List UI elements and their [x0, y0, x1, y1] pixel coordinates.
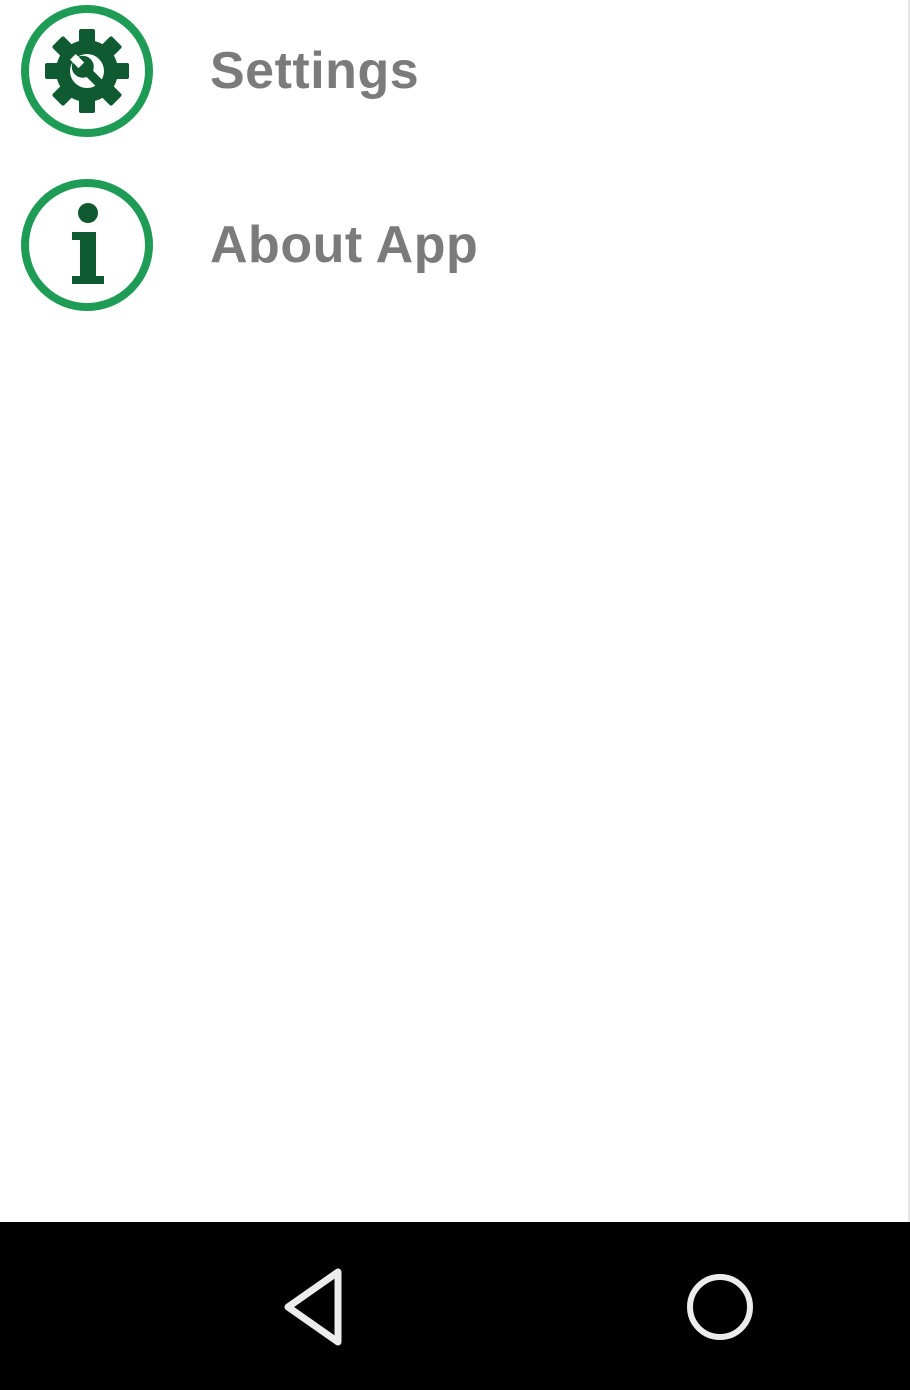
- menu-item-settings[interactable]: Settings: [0, 0, 908, 146]
- info-icon: [20, 178, 154, 312]
- home-circle-icon[interactable]: [675, 1262, 765, 1352]
- navigation-drawer: Settings About App: [0, 0, 910, 1222]
- system-navigation-bar: [0, 1222, 910, 1390]
- menu-label-about-app: About App: [210, 216, 479, 274]
- menu-item-about-app[interactable]: About App: [0, 170, 908, 320]
- menu-label-settings: Settings: [210, 42, 420, 100]
- settings-gear-wrench-icon: [20, 4, 154, 138]
- back-triangle-icon[interactable]: [272, 1262, 362, 1352]
- screen: Settings About App: [0, 0, 910, 1390]
